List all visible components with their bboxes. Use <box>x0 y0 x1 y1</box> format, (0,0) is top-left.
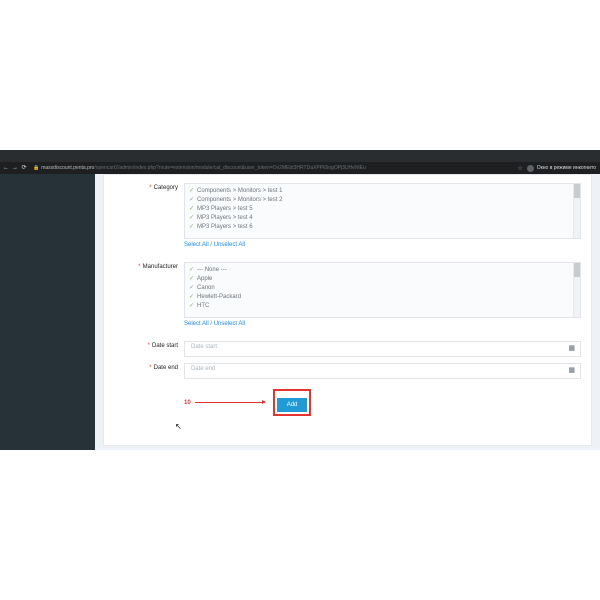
label-date-start: *Date start <box>114 341 184 357</box>
check-icon: ✓ <box>189 187 194 194</box>
list-item: ✓HTC <box>189 301 576 310</box>
annotation-number: 10 <box>184 400 191 406</box>
unselect-all-link[interactable]: Unselect All <box>214 242 245 248</box>
list-item: ✓Components > Monitors > test 1 <box>189 186 576 195</box>
scrollbar[interactable] <box>573 263 580 317</box>
annotation-highlight: Add <box>273 389 312 416</box>
lock-icon: 🔒 <box>33 165 39 171</box>
profile-avatar[interactable] <box>527 165 534 172</box>
browser-toolbar: ← → ⟳ 🔒 massdiscount.penta.pro/opencart2… <box>0 162 600 174</box>
viewport: ← → ⟳ 🔒 massdiscount.penta.pro/opencart2… <box>0 150 600 450</box>
arrow-icon <box>195 402 265 403</box>
label-category: *Category <box>114 183 184 256</box>
address-bar[interactable]: massdiscount.penta.pro/opencart2/admin/i… <box>41 165 366 171</box>
check-icon: ✓ <box>189 266 194 273</box>
signin-label[interactable]: Окно в режиме инкогнито <box>537 165 596 171</box>
annotation-step-10: 10 Add <box>184 389 581 416</box>
list-item: ✓Components > Monitors > test 2 <box>189 195 576 204</box>
list-item: ✓Hewlett-Packard <box>189 292 576 301</box>
reload-icon[interactable]: ⟳ <box>21 165 27 171</box>
list-item: ✓Apple <box>189 274 576 283</box>
back-icon[interactable]: ← <box>3 165 9 171</box>
forward-icon[interactable]: → <box>12 165 18 171</box>
calendar-icon[interactable]: ▦ <box>568 344 575 352</box>
calendar-icon[interactable]: ▦ <box>568 366 575 374</box>
date-start-input[interactable]: Date start ▦ <box>184 341 581 357</box>
unselect-all-link[interactable]: Unselect All <box>214 321 245 327</box>
list-item: ✓MP3 Players > test 5 <box>189 204 576 213</box>
main-content: *Category ✓Components > Monitors > test … <box>95 174 600 450</box>
browser-tabbar <box>0 150 600 162</box>
select-all-link[interactable]: Select All <box>184 242 209 248</box>
cursor-icon: ↖ <box>175 422 182 431</box>
bookmark-icon[interactable]: ☆ <box>517 165 522 172</box>
form-panel: *Category ✓Components > Monitors > test … <box>103 174 592 446</box>
admin-sidebar <box>0 174 95 450</box>
scrollbar[interactable] <box>573 184 580 238</box>
list-item: ✓--- None --- <box>189 265 576 274</box>
check-icon: ✓ <box>189 223 194 230</box>
check-icon: ✓ <box>189 205 194 212</box>
date-end-input[interactable]: Date end ▦ <box>184 363 581 379</box>
list-item: ✓MP3 Players > test 6 <box>189 222 576 231</box>
add-button[interactable]: Add <box>277 398 308 412</box>
select-all-link[interactable]: Select All <box>184 321 209 327</box>
check-icon: ✓ <box>189 196 194 203</box>
list-item: ✓MP3 Players > test 4 <box>189 213 576 222</box>
category-listbox[interactable]: ✓Components > Monitors > test 1 ✓Compone… <box>184 183 581 239</box>
list-item: ✓Canon <box>189 283 576 292</box>
manufacturer-listbox[interactable]: ✓--- None --- ✓Apple ✓Canon ✓Hewlett-Pac… <box>184 262 581 318</box>
label-date-end: *Date end <box>114 363 184 379</box>
check-icon: ✓ <box>189 214 194 221</box>
check-icon: ✓ <box>189 293 194 300</box>
check-icon: ✓ <box>189 284 194 291</box>
check-icon: ✓ <box>189 302 194 309</box>
label-manufacturer: *Manufacturer <box>114 262 184 335</box>
check-icon: ✓ <box>189 275 194 282</box>
